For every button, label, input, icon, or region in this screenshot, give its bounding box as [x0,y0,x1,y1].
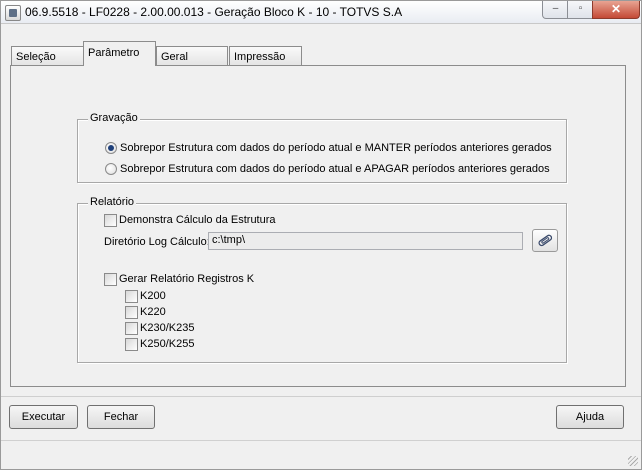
app-icon [5,5,21,21]
relatorio-title: Relatório [88,196,137,208]
gerar-relatorio-checkbox[interactable] [104,273,117,286]
diretorio-input[interactable] [209,233,520,247]
browse-button[interactable] [532,229,558,252]
minimize-button[interactable]: – [542,1,569,19]
tab-label: Impressão [234,51,286,63]
maximize-button[interactable]: ▫ [567,1,594,19]
button-bar-divider [1,396,641,397]
k220-label[interactable]: K220 [140,306,166,318]
k220-checkbox[interactable] [125,306,138,319]
tab-label: Parâmetro [88,47,140,59]
window-title: 06.9.5518 - LF0228 - 2.00.00.013 - Geraç… [25,5,403,19]
resize-grip[interactable] [628,456,638,466]
tab-selecao[interactable]: Seleção [11,46,84,66]
tab-geral[interactable]: Geral [156,46,228,66]
demonstra-calculo-label[interactable]: Demonstra Cálculo da Estrutura [119,214,276,226]
k250-k255-checkbox[interactable] [125,338,138,351]
diretorio-label: Diretório Log Cálculo: [104,236,210,248]
close-button[interactable]: ✕ [592,1,640,19]
k230-k235-label[interactable]: K230/K235 [140,322,194,334]
apagar-radio[interactable] [105,163,117,175]
tab-label: Seleção [16,51,56,63]
tab-impressao[interactable]: Impressão [229,46,302,66]
k200-label[interactable]: K200 [140,290,166,302]
demonstra-calculo-checkbox[interactable] [104,214,117,227]
fechar-button[interactable]: Fechar [87,405,155,429]
manter-label[interactable]: Sobrepor Estrutura com dados do período … [120,142,552,154]
k250-k255-label[interactable]: K250/K255 [140,338,194,350]
diretorio-field[interactable] [208,232,523,250]
title-bar: 06.9.5518 - LF0228 - 2.00.00.013 - Geraç… [1,1,641,24]
paperclip-icon [538,234,553,247]
gerar-relatorio-label[interactable]: Gerar Relatório Registros K [119,273,254,285]
gravacao-title: Gravação [88,112,140,124]
parametro-panel: Gravação Sobrepor Estrutura com dados do… [10,65,626,387]
status-bar-divider [1,440,641,441]
ajuda-button[interactable]: Ajuda [556,405,624,429]
k200-checkbox[interactable] [125,290,138,303]
main-window: 06.9.5518 - LF0228 - 2.00.00.013 - Geraç… [0,0,642,470]
executar-button[interactable]: Executar [9,405,78,429]
tab-parametro[interactable]: Parâmetro [83,41,156,66]
tab-label: Geral [161,51,188,63]
gravacao-group: Gravação Sobrepor Estrutura com dados do… [77,112,567,183]
k230-k235-checkbox[interactable] [125,322,138,335]
manter-radio[interactable] [105,142,117,154]
apagar-label[interactable]: Sobrepor Estrutura com dados do período … [120,163,550,175]
